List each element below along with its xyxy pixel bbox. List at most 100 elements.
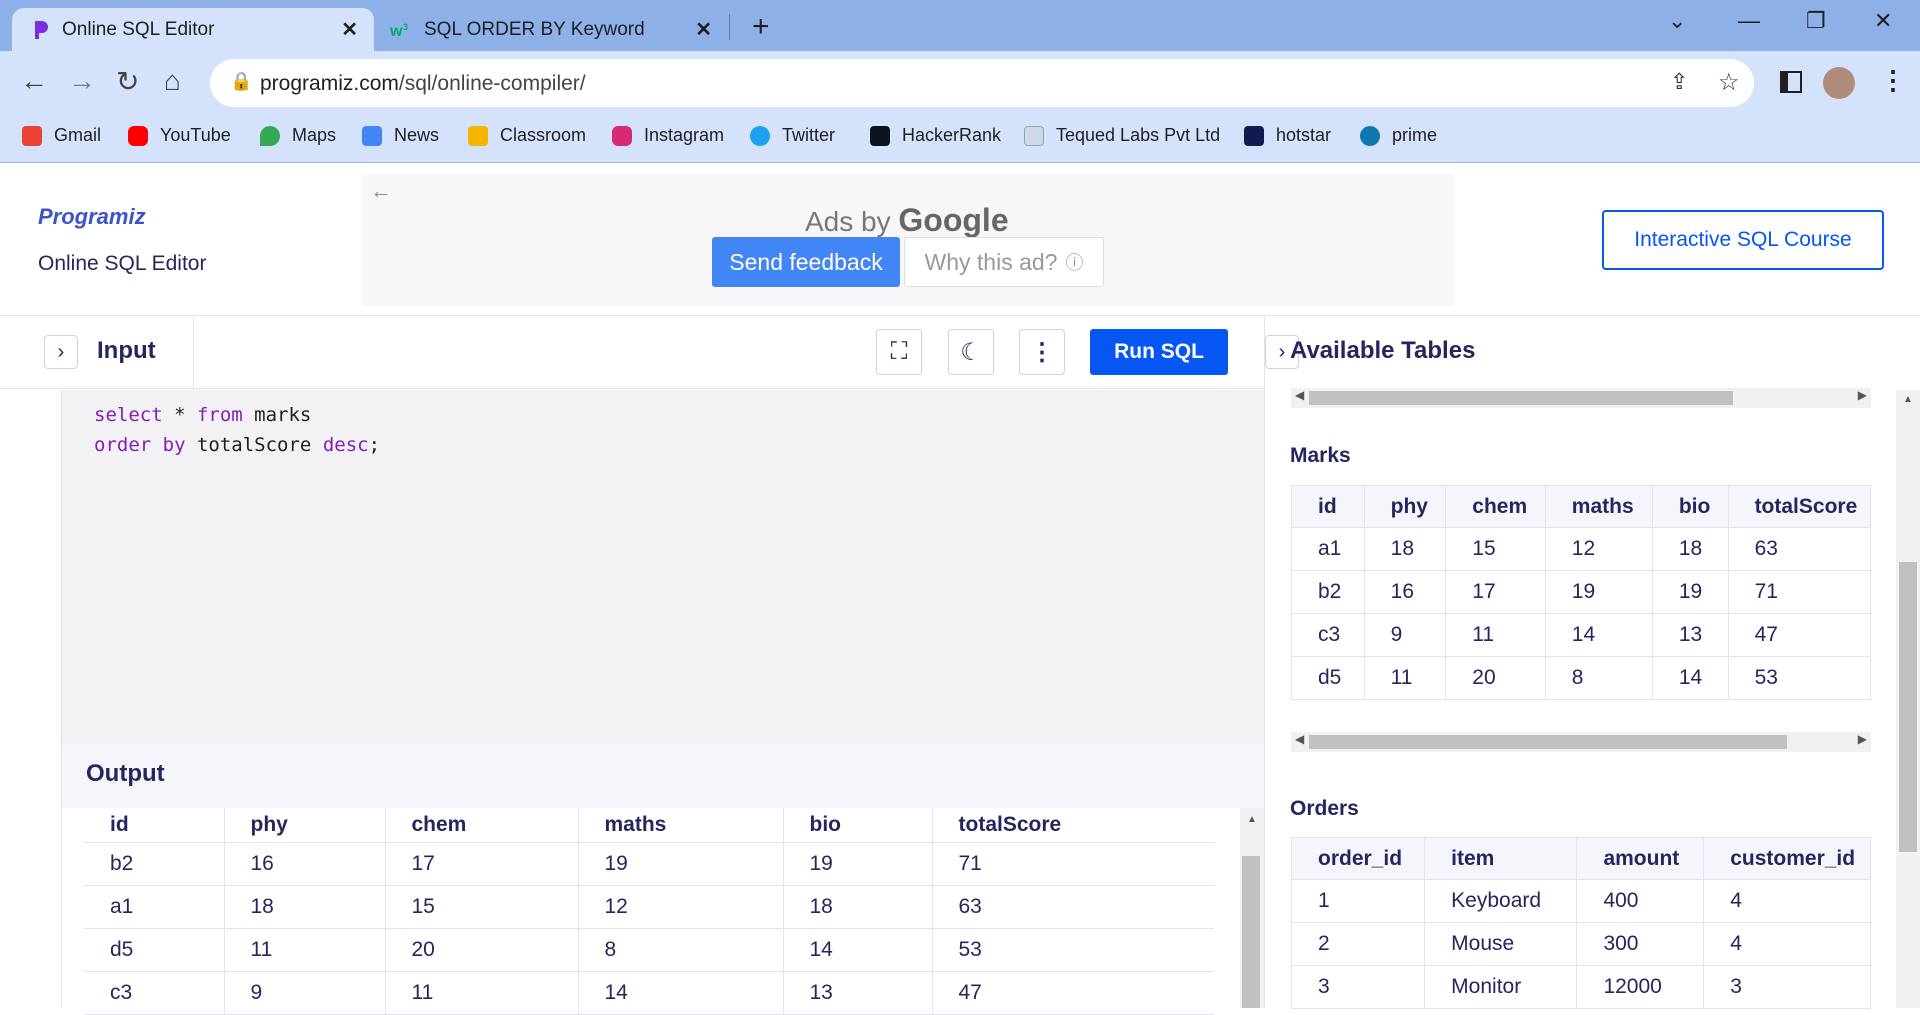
page-subtitle: Online SQL Editor	[38, 252, 207, 275]
bookmarks-bar: Gmail YouTube Maps News Classroom Instag…	[0, 115, 1920, 163]
input-toolbar: › Input ⛶ ☾ ⋮ Run SQL	[0, 317, 1264, 389]
back-arrow-icon[interactable]: ←	[370, 178, 392, 204]
code-text: marks	[242, 404, 312, 426]
bookmark-twitter[interactable]: Twitter	[750, 125, 835, 146]
scroll-left-icon[interactable]: ◀	[1295, 732, 1304, 746]
run-sql-button[interactable]: Run SQL	[1090, 329, 1228, 375]
bookmark-hackerrank[interactable]: HackerRank	[870, 125, 1001, 146]
scrollbar-thumb[interactable]	[1242, 856, 1260, 1008]
bookmark-classroom[interactable]: Classroom	[468, 125, 586, 146]
scroll-up-icon[interactable]: ▲	[1903, 394, 1913, 405]
menu-icon[interactable]: ⋮	[1880, 65, 1906, 96]
input-label: Input	[97, 337, 156, 364]
avatar[interactable]	[1823, 67, 1855, 99]
fullscreen-icon[interactable]: ⛶	[876, 329, 922, 375]
table-cell: 18	[1363, 527, 1447, 571]
tab-search-icon[interactable]: ⌄	[1668, 8, 1686, 34]
scrollbar-thumb[interactable]	[1309, 391, 1733, 405]
table-cell: 12000	[1576, 965, 1705, 1009]
new-tab-icon[interactable]: +	[752, 10, 770, 44]
table-cell: 400	[1576, 879, 1705, 923]
tab-sql-order-by[interactable]: w3 SQL ORDER BY Keyword ✕	[378, 8, 728, 51]
table-header-row: id phy chem maths bio totalScore	[1291, 485, 1871, 528]
home-icon[interactable]: ⌂	[164, 65, 181, 97]
programiz-logo[interactable]: Programiz	[38, 204, 146, 230]
w3schools-favicon-icon: w3	[390, 22, 408, 39]
bookmark-maps[interactable]: Maps	[260, 125, 336, 146]
reload-icon[interactable]: ↻	[116, 65, 139, 98]
bookmark-prime[interactable]: prime	[1360, 125, 1437, 146]
vertical-scrollbar[interactable]: ▲	[1896, 390, 1920, 1008]
table-cell: 11	[223, 928, 385, 972]
table-cell: 71	[931, 842, 1214, 886]
scrollbar-thumb[interactable]	[1309, 735, 1787, 749]
url-path: /sql/online-compiler/	[398, 72, 586, 95]
share-icon[interactable]: ⇪	[1670, 69, 1688, 95]
why-this-ad-button[interactable]: Why this ad? ⓘ	[904, 237, 1104, 287]
cloud-icon	[1024, 125, 1044, 146]
bookmark-star-icon[interactable]: ☆	[1718, 68, 1740, 97]
output-scrollbar[interactable]: ▲	[1240, 808, 1264, 1008]
bookmark-instagram[interactable]: Instagram	[612, 125, 724, 146]
table-cell: 9	[1363, 613, 1447, 657]
restore-icon[interactable]: ❐	[1806, 8, 1826, 34]
close-tab-icon[interactable]: ✕	[341, 17, 358, 42]
close-tab-icon[interactable]: ✕	[695, 17, 712, 42]
table-row: 1 Keyboard 400 4	[1291, 879, 1871, 923]
scroll-right-icon[interactable]: ▶	[1858, 732, 1867, 746]
scroll-up-icon[interactable]: ▲	[1247, 814, 1257, 825]
table-cell: b2	[1291, 570, 1365, 614]
table-cell: b2	[84, 842, 224, 886]
bookmark-tequed[interactable]: Tequed Labs Pvt Ltd	[1024, 125, 1220, 146]
horizontal-scrollbar[interactable]: ◀ ▶	[1291, 388, 1871, 408]
horizontal-scrollbar[interactable]: ◀ ▶	[1291, 732, 1871, 752]
scroll-left-icon[interactable]: ◀	[1295, 388, 1304, 402]
table-cell: 15	[1445, 527, 1546, 571]
info-icon: ⓘ	[1065, 253, 1084, 273]
minimize-icon[interactable]: —	[1738, 8, 1760, 34]
bookmark-hotstar[interactable]: hotstar	[1244, 125, 1331, 146]
table-cell: 14	[1651, 656, 1729, 700]
table-cell: 11	[1445, 613, 1546, 657]
table-cell: 20	[1445, 656, 1546, 700]
scrollbar-thumb[interactable]	[1899, 562, 1917, 852]
address-bar[interactable]: 🔒 programiz.com/sql/online-compiler/ ⇪ ☆	[210, 59, 1754, 107]
table-cell: a1	[1291, 527, 1365, 571]
table-row: c3 9 11 14 13 47	[1291, 613, 1871, 657]
bookmark-label: Gmail	[54, 125, 102, 145]
chevron-right-icon[interactable]: ›	[44, 335, 78, 369]
table-row: a1 18 15 12 18 63	[1291, 527, 1871, 571]
more-options-icon[interactable]: ⋮	[1019, 329, 1065, 375]
table-cell: 16	[1363, 570, 1447, 614]
url-text: programiz.com/sql/online-compiler/	[260, 72, 586, 96]
browser-tab-bar: Online SQL Editor ✕ w3 SQL ORDER BY Keyw…	[0, 0, 1920, 51]
bookmark-youtube[interactable]: YouTube	[128, 125, 231, 146]
forward-icon[interactable]: →	[68, 65, 96, 97]
tab-online-sql-editor[interactable]: Online SQL Editor ✕	[12, 8, 374, 51]
table-cell: 17	[1445, 570, 1546, 614]
bookmark-label: hotstar	[1276, 125, 1332, 145]
close-window-icon[interactable]: ✕	[1874, 8, 1892, 34]
bookmark-label: YouTube	[160, 125, 231, 145]
orders-table: order_id item amount customer_id 1 Keyboa…	[1291, 837, 1871, 1009]
bookmark-news[interactable]: News	[362, 125, 439, 146]
table-cell: 8	[1544, 656, 1653, 700]
output-table: id phy chem maths bio totalScore b2 16 17 1…	[84, 808, 1214, 1015]
scroll-right-icon[interactable]: ▶	[1858, 388, 1867, 402]
hotstar-icon	[1244, 125, 1264, 146]
dark-mode-icon[interactable]: ☾	[948, 329, 994, 375]
sql-code-editor[interactable]: select * from marks order by totalScore …	[62, 390, 1264, 742]
table-cell: 47	[1727, 613, 1871, 657]
output-label: Output	[86, 760, 165, 787]
table-cell: 18	[1651, 527, 1729, 571]
table-cell: 19	[1544, 570, 1653, 614]
marks-table: id phy chem maths bio totalScore a1 18 15 1…	[1291, 485, 1871, 700]
column-header: order_id	[1291, 837, 1426, 880]
sidepanel-icon[interactable]	[1780, 71, 1802, 93]
send-feedback-button[interactable]: Send feedback	[712, 237, 900, 287]
bookmark-gmail[interactable]: Gmail	[22, 125, 101, 146]
back-icon[interactable]: ←	[20, 65, 48, 97]
interactive-sql-course-button[interactable]: Interactive SQL Course	[1602, 210, 1884, 270]
column-header: phy	[1363, 485, 1447, 528]
bookmark-label: News	[394, 125, 440, 145]
